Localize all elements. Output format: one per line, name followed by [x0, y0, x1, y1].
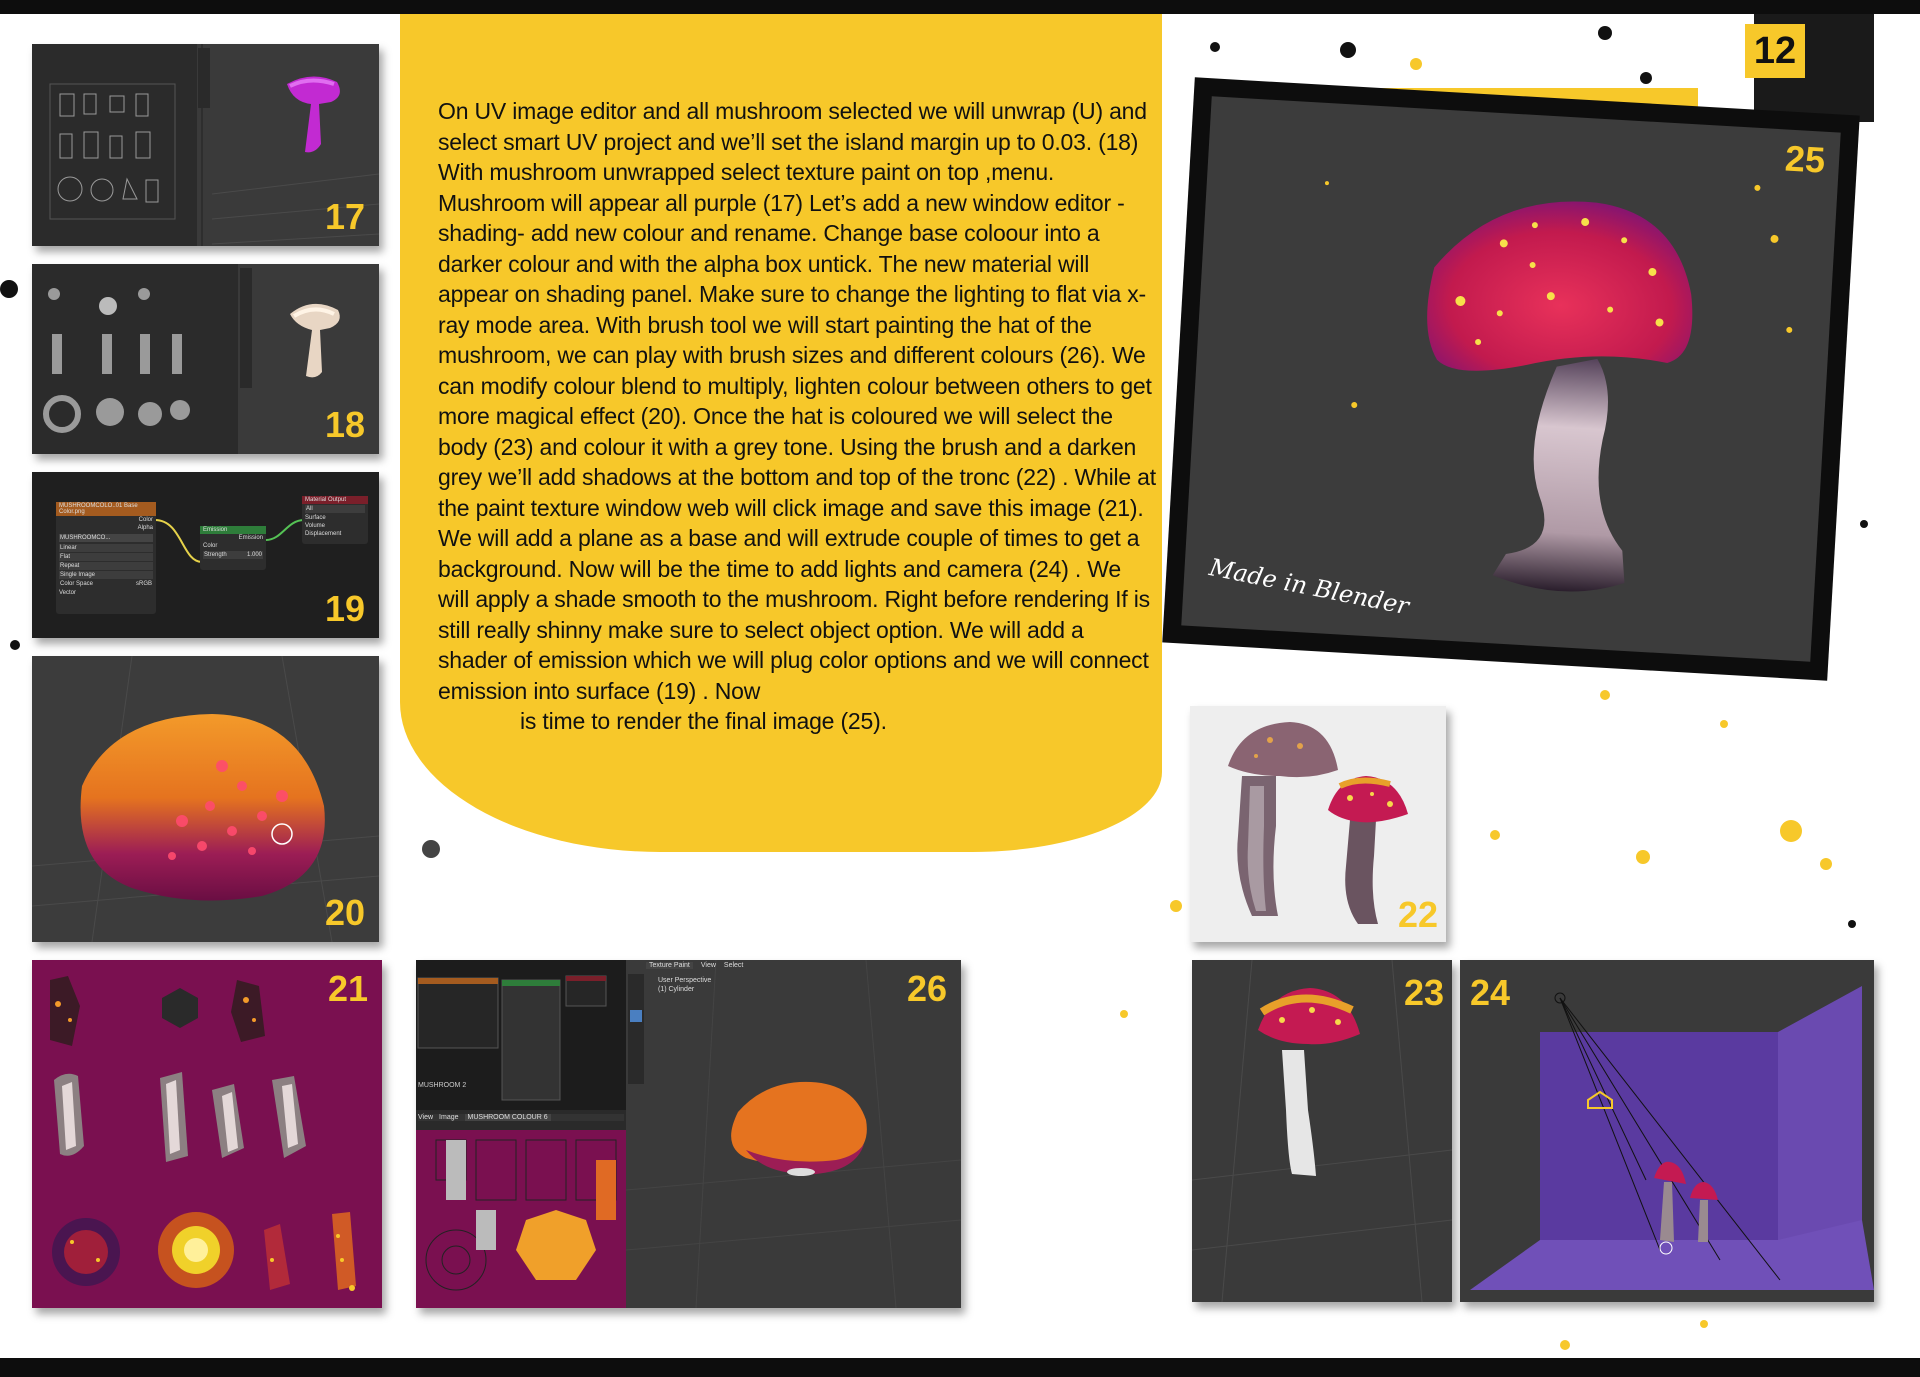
figure-21: 21 [32, 960, 382, 1308]
texture-map-image [50, 976, 356, 1291]
workspace-background [416, 960, 961, 1308]
image-view-menu[interactable]: View [418, 1114, 433, 1121]
material-output-header: Material Output [302, 496, 368, 504]
figure-17: 17 [32, 44, 379, 246]
figure-22: 22 [1190, 706, 1446, 942]
figure-number-24: 24 [1470, 972, 1511, 1013]
figure-23: 23 [1192, 960, 1452, 1302]
figure-number-19: 19 [324, 588, 365, 629]
image-field[interactable]: MUSHROOMCO... [59, 534, 153, 542]
strength-value[interactable]: 1.000 [247, 552, 262, 558]
figure-number-23: 23 [1403, 972, 1444, 1013]
emission-color-input: Color [203, 543, 218, 549]
interpolation-select[interactable]: Linear [59, 544, 153, 552]
body-text-last-line: is time to render the final image (25). [520, 708, 887, 734]
figure-number-17: 17 [324, 196, 365, 237]
figure-number-26: 26 [906, 968, 947, 1009]
editor-header: Texture Paint View Select [646, 962, 743, 969]
figure-20: 20 [32, 656, 379, 942]
node-input-vector: Vector [59, 590, 77, 596]
node-output-color: Color [138, 517, 153, 523]
node-output-alpha: Alpha [137, 525, 153, 531]
figure-25: 25 Made in Blender [1162, 77, 1860, 681]
figure-number-22: 22 [1397, 894, 1438, 935]
select-menu[interactable]: Select [724, 962, 743, 969]
figure-19: MUSHROOMCOLO..01 Base Color.png Color Al… [32, 472, 379, 638]
image-name-field[interactable]: MUSHROOM COLOUR 6 [464, 1114, 551, 1121]
body-text-main: On UV image editor and all mushroom sele… [438, 98, 1156, 704]
source-select[interactable]: Single Image [59, 571, 153, 579]
extension-select[interactable]: Repeat [59, 562, 153, 570]
perspective-label: User Perspective [658, 977, 712, 984]
body-paragraph: On UV image editor and all mushroom sele… [438, 96, 1158, 737]
figure-18: 18 [32, 264, 379, 454]
target-select[interactable]: All [305, 505, 365, 513]
figure-number-21: 21 [327, 968, 368, 1009]
emission-node-header: Emission [200, 526, 266, 534]
figure-number-25: 25 [1783, 137, 1827, 181]
lights-camera-scene-image [1470, 986, 1874, 1290]
viewport-info: User Perspective (1) Cylinder [658, 976, 711, 994]
object-label: (1) Cylinder [658, 986, 695, 993]
figure-number-18: 18 [324, 404, 365, 445]
bottom-black-border [0, 1358, 1920, 1377]
image-menu[interactable]: Image [439, 1114, 458, 1121]
image-editor-header: View Image MUSHROOM COLOUR 6 [418, 1114, 624, 1121]
figure-24: 24 [1460, 960, 1874, 1302]
image-texture-node[interactable]: MUSHROOMCOLO..01 Base Color.png Color Al… [56, 502, 156, 614]
color-space-label: Color Space [60, 581, 94, 587]
material-label: MUSHROOM 2 [418, 1082, 467, 1089]
emission-node[interactable]: Emission Emission Color Strength 1.000 [200, 526, 266, 570]
volume-input: Volume [305, 523, 326, 529]
top-black-border [0, 0, 1920, 14]
displacement-input: Displacement [305, 531, 342, 537]
figure-26: Texture Paint View Select User Perspecti… [416, 960, 961, 1308]
mode-select[interactable]: Texture Paint [646, 962, 693, 969]
page-number: 12 [1745, 24, 1805, 78]
view-menu[interactable]: View [701, 962, 716, 969]
projection-select[interactable]: Flat [59, 553, 153, 561]
image-texture-node-header: MUSHROOMCOLO..01 Base Color.png [56, 502, 156, 516]
strength-label: Strength [204, 552, 227, 558]
figure-number-20: 20 [324, 892, 365, 933]
material-output-node[interactable]: Material Output All Surface Volume Displ… [302, 496, 368, 544]
surface-input: Surface [305, 515, 326, 521]
color-space-value[interactable]: sRGB [136, 581, 152, 587]
emission-output: Emission [238, 535, 263, 541]
